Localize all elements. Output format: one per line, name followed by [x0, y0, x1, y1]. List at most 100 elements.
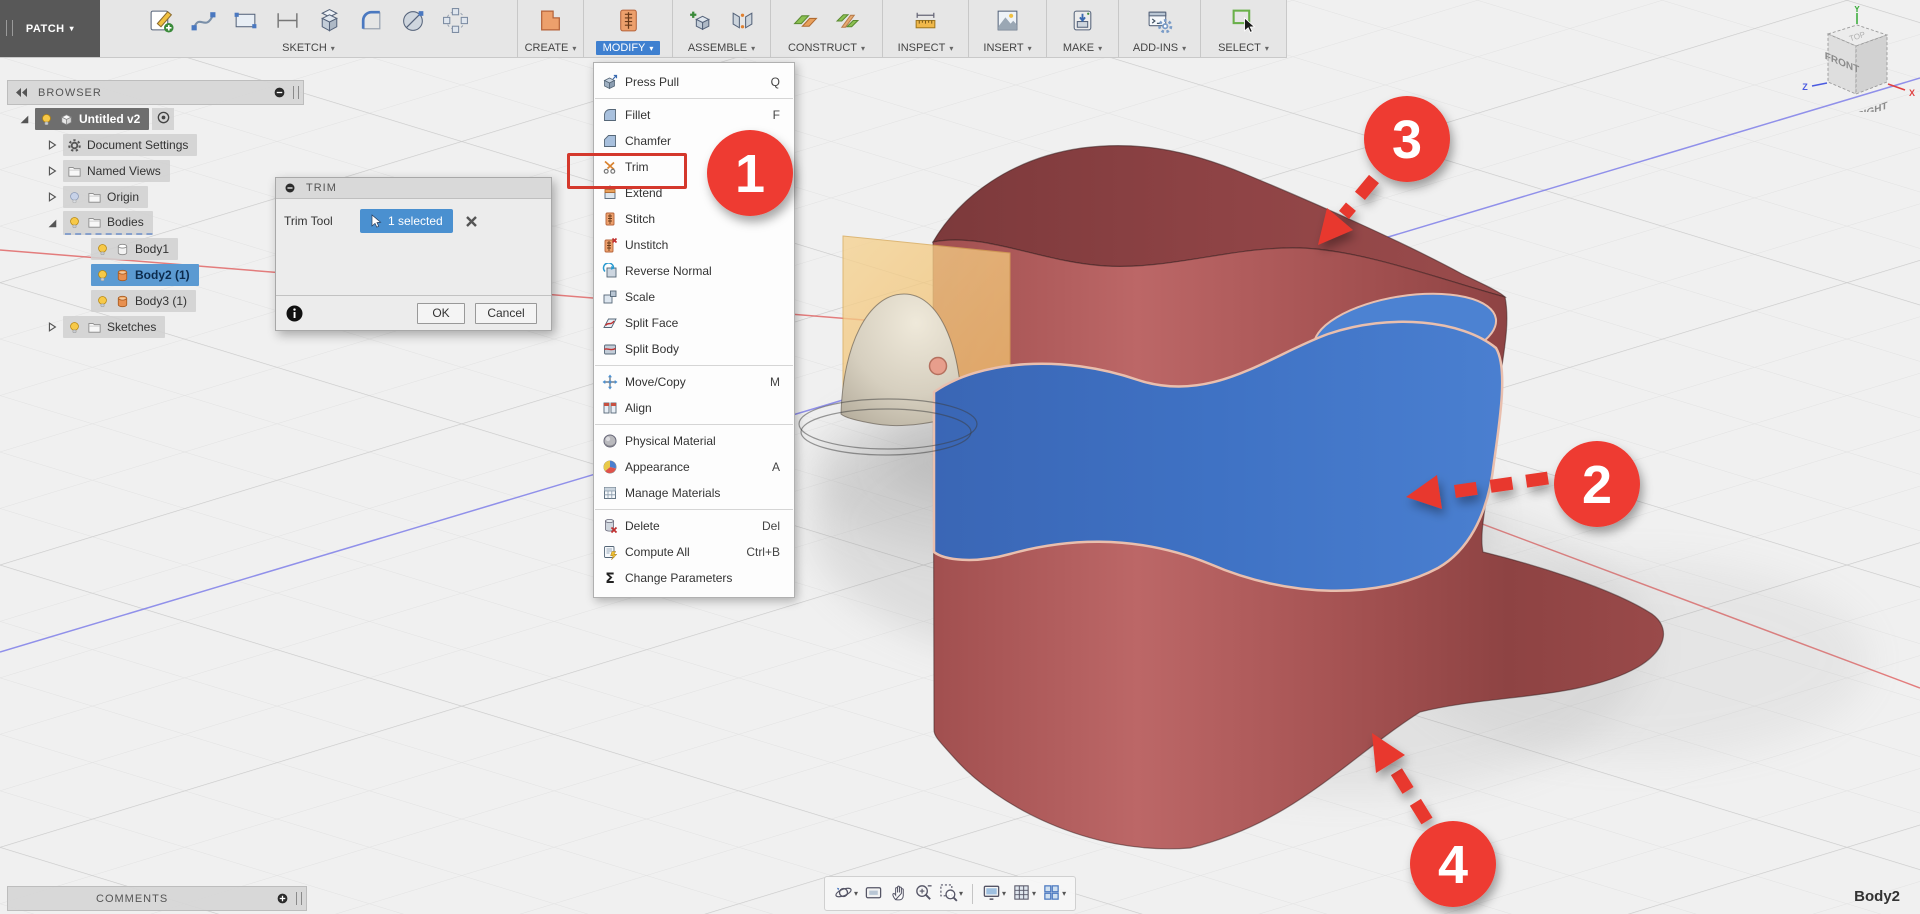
rectangle-icon [232, 7, 259, 37]
menu-item-scale[interactable]: Scale [594, 284, 794, 310]
new-component-button[interactable] [681, 3, 721, 41]
collapse-panel-icon[interactable] [15, 87, 28, 98]
expander-closed-icon[interactable] [46, 138, 59, 152]
construct-midplane-button[interactable] [828, 3, 868, 41]
menu-make[interactable]: MAKE▾ [1056, 41, 1109, 55]
cursor-icon [370, 214, 382, 229]
menu-item-chamfer[interactable]: Chamfer [594, 128, 794, 154]
browser-panel-header[interactable]: BROWSER [7, 80, 304, 105]
browser-node-label: Body3 (1) [135, 294, 187, 308]
measure-button[interactable] [906, 3, 946, 41]
cancel-button[interactable]: Cancel [475, 303, 537, 324]
browser-node-bodies[interactable]: Bodies [63, 211, 153, 235]
spline-button[interactable] [184, 3, 224, 41]
panel-drag-grip[interactable] [293, 86, 299, 99]
menu-sketch[interactable]: SKETCH▾ [275, 41, 342, 55]
sphere-button[interactable] [394, 3, 434, 41]
browser-node-named-views[interactable]: Named Views [63, 160, 170, 182]
menu-construct[interactable]: CONSTRUCT▾ [781, 41, 872, 55]
menu-item-fillet[interactable]: FilletF [594, 102, 794, 128]
menu-modify[interactable]: MODIFY▾ [596, 41, 661, 55]
look-at-button[interactable] [861, 881, 886, 907]
info-icon[interactable] [286, 305, 303, 322]
menu-item-move-copy[interactable]: Move/CopyM [594, 369, 794, 395]
insert-image-button[interactable] [988, 3, 1028, 41]
orbit-button[interactable]: ▾ [831, 881, 861, 907]
expander-closed-icon[interactable] [46, 190, 59, 204]
selection-point[interactable] [930, 358, 947, 375]
menu-item-compute-all[interactable]: Compute AllCtrl+B [594, 539, 794, 565]
minimize-dialog-icon[interactable] [284, 182, 296, 194]
expander-closed-icon[interactable] [46, 320, 59, 334]
menu-create[interactable]: CREATE▾ [518, 41, 584, 55]
extrude-button[interactable] [310, 3, 350, 41]
clear-selection-icon[interactable] [465, 215, 478, 228]
minimize-panel-icon[interactable] [273, 86, 286, 99]
workspace-selector[interactable]: PATCH ▾ [0, 0, 100, 57]
press-pull-icon [602, 74, 618, 90]
menu-item-split-face[interactable]: Split Face [594, 310, 794, 336]
menu-item-delete[interactable]: DeleteDel [594, 513, 794, 539]
trim-dialog-header[interactable]: TRIM [276, 178, 551, 199]
modify-dropdown-menu: Press PullQFilletFChamferTrimExtendStitc… [593, 62, 795, 598]
menu-item-appearance[interactable]: AppearanceA [594, 454, 794, 480]
fillet-button[interactable] [352, 3, 392, 41]
menu-item-split-body[interactable]: Split Body [594, 336, 794, 362]
menu-add-ins[interactable]: ADD-INS▾ [1126, 41, 1193, 55]
joint-button[interactable] [723, 3, 763, 41]
expander-closed-icon[interactable] [46, 164, 59, 178]
patch-create-button[interactable] [531, 3, 571, 41]
menu-select[interactable]: SELECT▾ [1211, 41, 1276, 55]
browser-node-origin[interactable]: Origin [63, 186, 148, 208]
measure-icon [912, 7, 939, 37]
panel-drag-grip[interactable] [296, 892, 302, 905]
expander-open-icon[interactable] [46, 216, 59, 230]
zoom-window-button[interactable]: ▾ [936, 881, 966, 907]
browser-node-sketches[interactable]: Sketches [63, 316, 165, 338]
print-3d-button[interactable] [1063, 3, 1103, 41]
expander-open-icon[interactable] [18, 112, 31, 126]
selected-body-label: Body2 [1810, 888, 1900, 905]
rectangle-button[interactable] [226, 3, 266, 41]
menu-assemble[interactable]: ASSEMBLE▾ [681, 41, 762, 55]
create-sketch-button[interactable] [142, 3, 182, 41]
browser-node-body1[interactable]: Body1 [91, 238, 178, 260]
menu-insert[interactable]: INSERT▾ [976, 41, 1038, 55]
menu-inspect[interactable]: INSPECT▾ [891, 41, 961, 55]
browser-node-untitled-v2[interactable]: Untitled v2 [35, 108, 149, 130]
menu-item-press-pull[interactable]: Press PullQ [594, 69, 794, 95]
zoom-button[interactable] [911, 881, 936, 907]
sketch-dimension-button[interactable] [268, 3, 308, 41]
view-cube[interactable]: FRONT RIGHT TOP Y Z X [1795, 6, 1920, 112]
pan-button[interactable] [886, 881, 911, 907]
menu-separator [595, 365, 793, 366]
select-button[interactable] [1224, 3, 1264, 41]
pattern-button[interactable] [436, 3, 476, 41]
grid-settings-button[interactable]: ▾ [1009, 881, 1039, 907]
scripts-addins-button[interactable] [1140, 3, 1180, 41]
trim-tool-selection-chip[interactable]: 1 selected [360, 209, 453, 233]
menu-item-manage-materials[interactable]: Manage Materials [594, 480, 794, 506]
browser-node-document-settings[interactable]: Document Settings [63, 134, 197, 156]
construct-plane-button[interactable] [786, 3, 826, 41]
viewports-button[interactable]: ▾ [1039, 881, 1069, 907]
menu-item-physical-material[interactable]: Physical Material [594, 428, 794, 454]
menu-item-reverse-normal[interactable]: Reverse Normal [594, 258, 794, 284]
create-sketch-icon [148, 7, 175, 37]
menu-item-change-parameters[interactable]: ΣChange Parameters [594, 565, 794, 591]
comments-bar[interactable]: COMMENTS [7, 886, 307, 911]
menu-item-stitch[interactable]: Stitch [594, 206, 794, 232]
modify-stitch-button[interactable] [608, 3, 648, 41]
activate-component-control[interactable] [152, 108, 174, 130]
viewport-3d[interactable] [0, 0, 1920, 914]
add-comment-icon[interactable] [276, 892, 289, 905]
browser-node-body3-1[interactable]: Body3 (1) [91, 290, 196, 312]
browser-node-body2-1[interactable]: Body2 (1) [91, 264, 199, 286]
browser-tree: Untitled v2 Document Settings Named Views O… [0, 106, 199, 340]
menu-item-label: Fillet [625, 108, 650, 122]
toolbar-grip[interactable] [6, 20, 13, 36]
display-settings-button[interactable]: ▾ [979, 881, 1009, 907]
ok-button[interactable]: OK [417, 303, 465, 324]
menu-item-align[interactable]: Align [594, 395, 794, 421]
menu-item-unstitch[interactable]: Unstitch [594, 232, 794, 258]
